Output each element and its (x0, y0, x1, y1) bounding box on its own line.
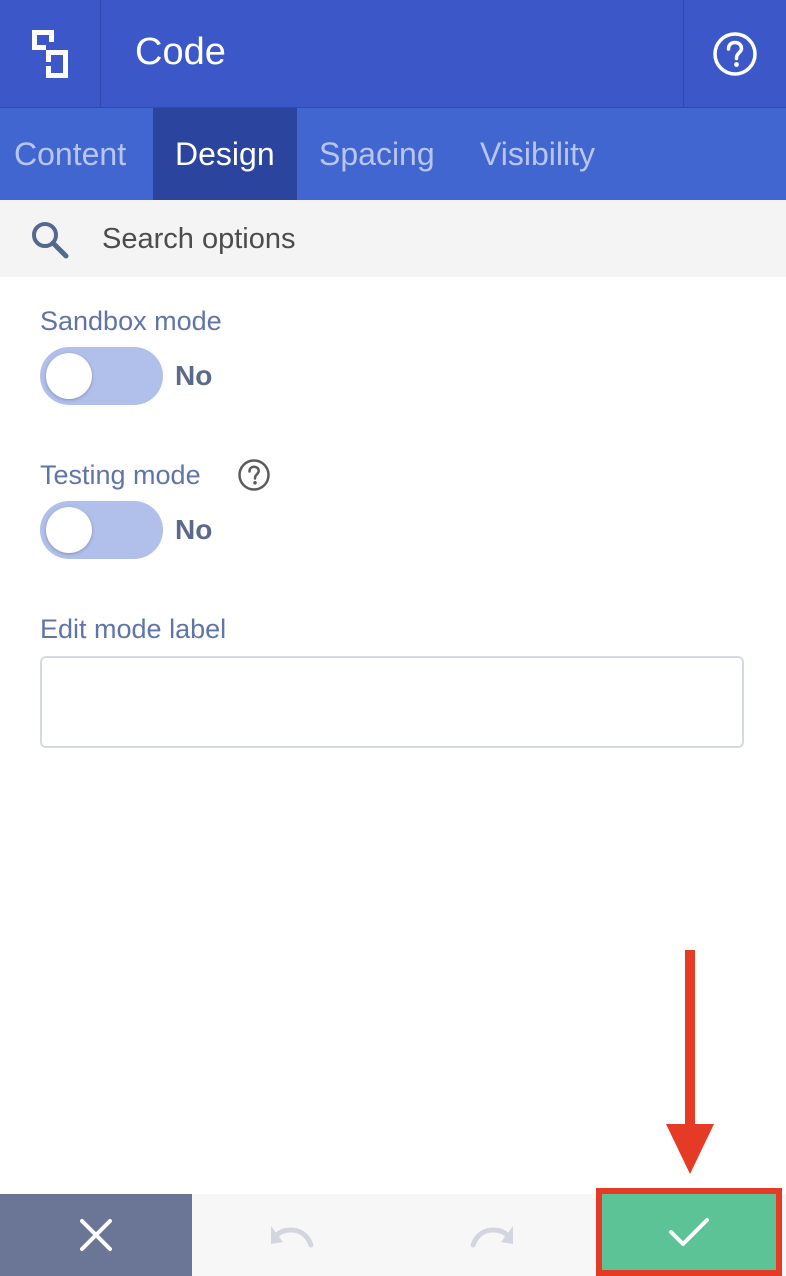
question-circle-icon[interactable] (237, 458, 271, 492)
tab-spacing[interactable]: Spacing (297, 108, 457, 200)
search-input[interactable] (102, 216, 742, 262)
toggle-knob (46, 353, 92, 399)
tab-design[interactable]: Design (153, 108, 297, 200)
testing-mode-state: No (175, 514, 213, 545)
question-circle-icon (713, 32, 757, 76)
close-icon (80, 1219, 112, 1251)
tab-bar: Content Design Spacing Visibility (0, 108, 786, 200)
footer-bar (0, 1188, 786, 1276)
tab-visibility[interactable]: Visibility (457, 108, 627, 200)
testing-mode-toggle[interactable] (40, 501, 163, 559)
redo-button[interactable] (392, 1194, 592, 1276)
testing-mode-label: Testing mode (40, 460, 201, 490)
divi-logo-icon (32, 30, 68, 78)
edit-mode-label-label: Edit mode label (40, 614, 227, 644)
check-icon (669, 1218, 709, 1246)
annotation-arrow-icon (666, 950, 714, 1174)
undo-icon (271, 1226, 314, 1248)
sandbox-mode-state: No (175, 360, 213, 391)
edit-mode-label-input[interactable] (40, 656, 744, 748)
cancel-button[interactable] (0, 1194, 192, 1276)
search-bar (0, 200, 786, 277)
sandbox-mode-label: Sandbox mode (40, 306, 222, 336)
toggle-knob (46, 507, 92, 553)
sandbox-mode-toggle[interactable] (40, 347, 163, 405)
undo-button[interactable] (192, 1194, 392, 1276)
logo-button[interactable] (0, 0, 101, 108)
header-bar: Code (0, 0, 786, 108)
page-title: Code (135, 31, 226, 73)
save-button[interactable] (596, 1188, 782, 1276)
tab-content[interactable]: Content (0, 108, 153, 200)
redo-icon (470, 1226, 513, 1248)
help-button[interactable] (683, 0, 786, 108)
search-icon (32, 222, 69, 259)
